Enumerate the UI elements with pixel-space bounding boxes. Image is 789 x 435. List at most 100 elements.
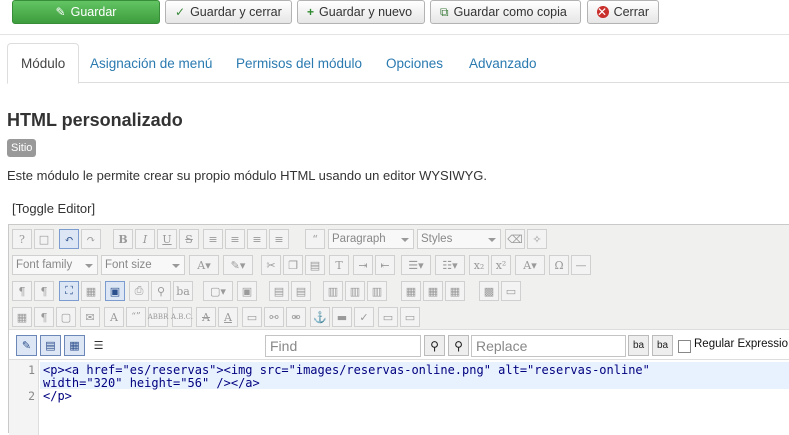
quote-style-icon[interactable]: “” <box>126 307 146 327</box>
tab-permisos-modulo[interactable]: Permisos del módulo <box>223 43 375 83</box>
delete-column-icon[interactable]: ▦ <box>445 281 465 301</box>
paste-text-icon[interactable]: T <box>329 255 349 275</box>
anchor-icon[interactable]: ⚓ <box>310 307 330 327</box>
code-area[interactable]: 1 2 <p><a href="es/reservas"><img src="i… <box>9 359 789 435</box>
align-justify-icon[interactable]: ≡ <box>203 229 223 249</box>
close-button[interactable]: ✕ Cerrar <box>587 0 659 24</box>
ltr-icon[interactable]: ¶ <box>12 281 32 301</box>
media-icon[interactable]: ▬ <box>332 307 352 327</box>
row-before-icon[interactable]: ▤ <box>269 281 289 301</box>
tab-asignacion-menu[interactable]: Asignación de menú <box>77 43 225 83</box>
tab-modulo[interactable]: Módulo <box>7 43 80 84</box>
insert-row-icon[interactable]: ▥ <box>323 281 343 301</box>
toggle-editor-link[interactable]: [Toggle Editor] <box>12 201 95 216</box>
format-select[interactable]: Paragraph <box>328 229 414 249</box>
eraser-icon[interactable]: ⌫ <box>505 229 525 249</box>
image-icon[interactable]: ▭ <box>242 307 262 327</box>
row-after-icon[interactable]: ▤ <box>291 281 311 301</box>
special-char-icon[interactable]: Ω <box>549 255 569 275</box>
copy-icon[interactable]: ❐ <box>283 255 303 275</box>
grid-icon[interactable]: ▦ <box>12 307 32 327</box>
table-icon[interactable]: ▢▾ <box>203 281 233 301</box>
tab-advanzado[interactable]: Advanzado <box>456 43 550 83</box>
align-right-icon[interactable]: ≡ <box>269 229 289 249</box>
font-family-select[interactable]: Font family <box>12 255 98 275</box>
italic-icon[interactable]: I <box>135 229 155 249</box>
styles-select[interactable]: Styles <box>417 229 501 249</box>
paste-icon[interactable]: ▤ <box>305 255 325 275</box>
indent-code-icon[interactable]: ☰ <box>88 335 109 356</box>
style-icon[interactable]: A <box>104 307 124 327</box>
visual-aid-icon[interactable]: ▢ <box>56 307 76 327</box>
horizontal-rule-icon[interactable]: — <box>571 255 591 275</box>
save-new-button[interactable]: + Guardar y nuevo <box>297 0 425 24</box>
spellcheck-icon[interactable]: ✓ <box>354 307 374 327</box>
cut-icon[interactable]: ✂ <box>261 255 281 275</box>
replace-input[interactable]: Replace <box>471 335 626 357</box>
paragraph-icon[interactable]: ¶ <box>34 307 54 327</box>
undo-icon[interactable]: ↶ <box>59 229 79 249</box>
link-icon[interactable]: ⚯ <box>264 307 284 327</box>
superscript-icon[interactable]: x² <box>491 255 511 275</box>
fullscreen-icon[interactable]: ⛶ <box>59 281 79 301</box>
replace-all-icon[interactable]: ba <box>652 335 673 356</box>
abbr-icon[interactable]: ABBR <box>148 307 168 327</box>
print-icon[interactable]: ⎙ <box>129 281 149 301</box>
align-center-icon[interactable]: ≡ <box>225 229 245 249</box>
delete-row-icon[interactable]: ▥ <box>345 281 365 301</box>
unlink-icon[interactable]: ⚮ <box>286 307 306 327</box>
blockquote-icon[interactable]: “ <box>305 229 325 249</box>
underline-icon[interactable]: U <box>157 229 177 249</box>
insert-text-icon[interactable]: A <box>218 307 238 327</box>
source-code-icon[interactable]: ▣ <box>105 281 125 301</box>
acronym-icon[interactable]: A.B.C. <box>171 307 193 327</box>
indent-icon[interactable]: ⇥ <box>353 255 373 275</box>
new-document-icon[interactable]: □ <box>34 229 54 249</box>
merge-row-icon[interactable]: ▥ <box>367 281 387 301</box>
delete-table-icon[interactable]: ▣ <box>237 281 257 301</box>
replace-icon[interactable]: ba <box>628 335 649 356</box>
strikethrough-icon[interactable]: S <box>179 229 199 249</box>
font-case-icon[interactable]: ba <box>173 281 193 301</box>
table-props-icon[interactable]: ▩ <box>479 281 499 301</box>
clean-icon[interactable]: ✧ <box>527 229 547 249</box>
insert-column-icon[interactable]: ▦ <box>401 281 421 301</box>
find-input[interactable]: Find <box>265 335 421 357</box>
column-after-icon[interactable]: ▦ <box>423 281 443 301</box>
bold-icon[interactable]: B <box>113 229 133 249</box>
save-button[interactable]: ✎ Guardar <box>12 0 160 24</box>
font-size-select[interactable]: Font size <box>101 255 185 275</box>
save-copy-button[interactable]: ⧉ Guardar como copia <box>430 0 581 24</box>
toolbar-divider <box>0 34 789 35</box>
delete-text-icon[interactable]: A <box>196 307 216 327</box>
binoculars-icon[interactable]: ⚲ <box>424 335 445 356</box>
regex-checkbox[interactable] <box>678 340 691 353</box>
template-icon[interactable]: ▦ <box>81 281 101 301</box>
subscript-icon[interactable]: x₂ <box>469 255 489 275</box>
help-icon[interactable]: ? <box>12 229 32 249</box>
numbered-list-icon[interactable]: ☷▾ <box>435 255 465 275</box>
save-copy-label: Guardar como copia <box>453 5 567 19</box>
redo-icon[interactable]: ↷ <box>81 229 101 249</box>
outdent-icon[interactable]: ⇤ <box>375 255 395 275</box>
tab-opciones[interactable]: Opciones <box>373 43 456 83</box>
line-number: 1 <box>28 363 35 377</box>
nonbreaking-icon[interactable]: ▭ <box>378 307 398 327</box>
document-icon[interactable]: ▤ <box>40 335 61 356</box>
font-style-icon[interactable]: A▾ <box>515 255 545 275</box>
find-icon[interactable]: ⚲ <box>151 281 171 301</box>
align-left-icon[interactable]: ≡ <box>247 229 267 249</box>
pencil-icon[interactable]: ✎ <box>16 335 37 356</box>
save-close-button[interactable]: ✓ Guardar y cerrar <box>165 0 292 24</box>
binoculars-prev-icon[interactable]: ⚲ <box>448 335 469 356</box>
format-code-icon[interactable]: ▦ <box>64 335 85 356</box>
bullet-list-icon[interactable]: ☰▾ <box>401 255 431 275</box>
text-color-icon[interactable]: A▾ <box>189 255 219 275</box>
mail-icon[interactable]: ✉ <box>80 307 100 327</box>
line-gutter: 1 2 <box>9 360 39 435</box>
page-break-icon[interactable]: ▭ <box>400 307 420 327</box>
highlight-color-icon[interactable]: ✎▾ <box>223 255 253 275</box>
rtl-icon[interactable]: ¶ <box>34 281 54 301</box>
copy-icon: ⧉ <box>440 5 449 19</box>
cell-props-icon[interactable]: ▭ <box>501 281 521 301</box>
